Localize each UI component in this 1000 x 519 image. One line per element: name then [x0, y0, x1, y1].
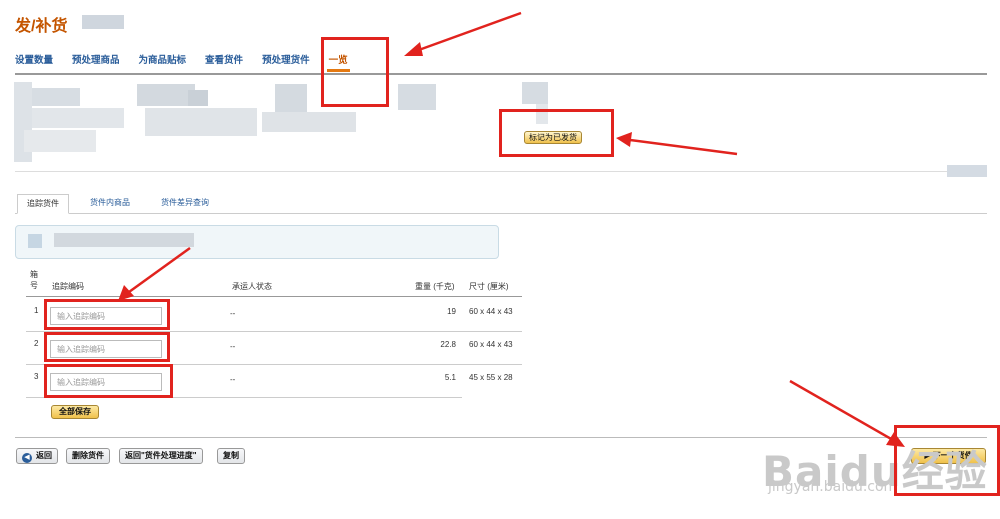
- annotation-arrowhead-icon: [886, 432, 905, 447]
- annotation-arrowhead-icon: [404, 42, 423, 56]
- annotation-arrow-icon: [629, 138, 738, 156]
- annotation-arrowhead-icon: [118, 285, 134, 301]
- annotation-arrowhead-icon: [616, 132, 632, 147]
- annotation-arrow-icon: [415, 11, 522, 53]
- annotation-arrows: [118, 11, 905, 447]
- annotation-arrow-icon: [789, 379, 894, 442]
- annotation-arrow-icon: [128, 246, 191, 294]
